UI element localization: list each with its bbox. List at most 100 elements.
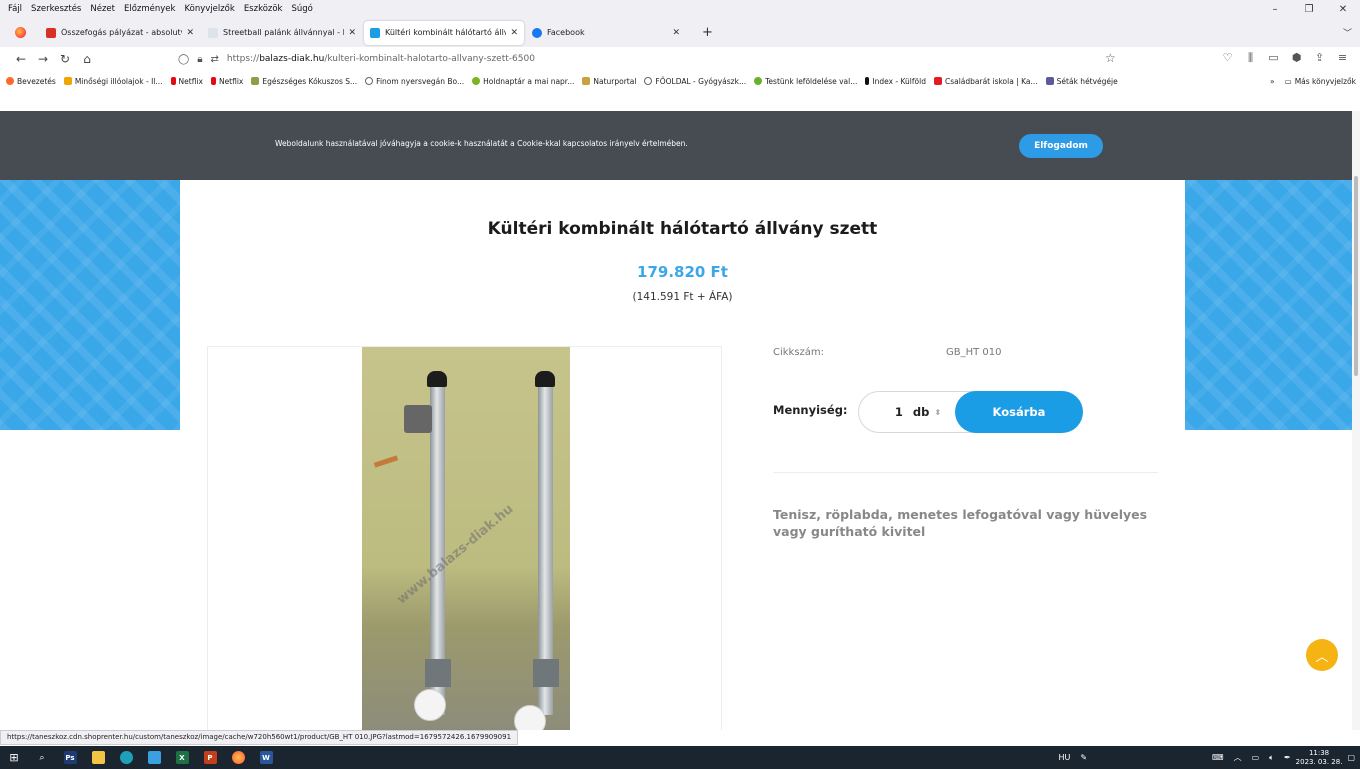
tab-gmail[interactable]: Összefogás pályázat - absolutvil ✕ xyxy=(40,21,200,45)
back-icon[interactable]: ← xyxy=(10,52,32,66)
bookmark-star-icon[interactable]: ☆ xyxy=(1105,51,1116,65)
restore-icon[interactable]: ❐ xyxy=(1292,4,1326,15)
home-icon[interactable]: ⌂ xyxy=(76,52,98,66)
tab-streetball[interactable]: Streetball palánk állvánnyal - Ko ✕ xyxy=(202,21,362,45)
clock[interactable]: 11:38 2023. 03. 28. xyxy=(1296,749,1343,767)
sku-value: GB_HT 010 xyxy=(946,347,1002,358)
clock-time: 11:38 xyxy=(1308,748,1330,757)
minimize-icon[interactable]: – xyxy=(1258,4,1292,15)
bookmark-item[interactable]: Holdnaptár a mai napr... xyxy=(472,77,574,86)
taskbar-explorer[interactable] xyxy=(84,746,112,769)
bookmark-item[interactable]: Finom nyersvegán Bo... xyxy=(365,77,464,86)
bookmark-icon xyxy=(63,77,72,85)
bookmark-item[interactable]: Családbarát iskola | Ka... xyxy=(933,77,1038,86)
tab-close-icon[interactable]: ✕ xyxy=(672,28,680,38)
page-icon xyxy=(208,27,218,38)
tab-label: Streetball palánk állvánnyal - Ko xyxy=(223,28,345,37)
bookmark-label: Finom nyersvegán Bo... xyxy=(376,76,465,86)
bookmark-item[interactable]: Minőségi illóolajok - Il... xyxy=(63,76,163,86)
chevron-right-icon[interactable]: » xyxy=(1270,77,1275,86)
taskbar-photoshop[interactable]: Ps xyxy=(56,746,84,769)
word-icon: W xyxy=(259,751,273,764)
menu-edit[interactable]: Szerkesztés xyxy=(31,4,81,14)
keyboard-icon[interactable]: ⌨ xyxy=(1212,753,1224,762)
pen-icon[interactable]: ✎ xyxy=(1080,753,1087,762)
shield-icon[interactable]: ◯ xyxy=(178,54,189,65)
forward-icon[interactable]: → xyxy=(32,52,54,66)
tab-facebook[interactable]: Facebook ✕ xyxy=(526,21,686,45)
pocket-icon[interactable]: ♡ xyxy=(1216,51,1239,65)
bookmark-item[interactable]: Netflix xyxy=(170,77,203,86)
pole-cap xyxy=(535,371,555,387)
watermark: www.balazs-diak.hu xyxy=(394,501,517,608)
gmail-icon xyxy=(46,27,56,38)
share-icon[interactable]: ⇪ xyxy=(1308,51,1331,65)
taskbar-firefox[interactable] xyxy=(224,746,252,769)
taskbar-edge[interactable] xyxy=(112,746,140,769)
spinner-icon[interactable]: ⬍ xyxy=(934,408,941,417)
tab-close-icon[interactable]: ✕ xyxy=(348,28,356,38)
extension-icon[interactable]: ⬢ xyxy=(1285,51,1308,65)
tab-product[interactable]: Kültéri kombinált hálótartó állva ✕ xyxy=(364,20,524,45)
netflix-icon xyxy=(210,77,216,85)
search-icon: ⌕ xyxy=(39,752,45,763)
status-url: https://taneszkoz.cdn.shoprenter.hu/cust… xyxy=(0,730,519,745)
pen-tray-icon[interactable]: ✒ xyxy=(1284,753,1291,762)
volume-icon[interactable]: 🔈︎ xyxy=(1269,753,1274,763)
product-image-frame[interactable]: www.balazs-diak.hu xyxy=(207,346,722,730)
taskbar-powerpoint[interactable]: P xyxy=(196,746,224,769)
taskbar-word[interactable]: W xyxy=(252,746,280,769)
chevron-up-icon[interactable]: ︿ xyxy=(1234,752,1242,763)
lock-icon[interactable]: 🔒︎ xyxy=(197,54,202,65)
tab-close-icon[interactable]: ✕ xyxy=(186,28,194,38)
page-scrollbar[interactable] xyxy=(1352,111,1360,730)
start-button[interactable]: ⊞ xyxy=(0,746,28,769)
reload-icon[interactable]: ↻ xyxy=(54,52,76,66)
battery-icon[interactable]: ▭ xyxy=(1252,753,1260,762)
quantity-value[interactable]: 1 xyxy=(895,405,903,419)
pole-cap xyxy=(427,371,447,387)
bookmark-label: Bevezetés xyxy=(17,76,56,86)
menu-file[interactable]: Fájl xyxy=(8,4,22,14)
firefox-view-button[interactable] xyxy=(0,18,40,47)
menu-history[interactable]: Előzmények xyxy=(124,4,175,14)
library-icon[interactable]: ⫼ xyxy=(1239,51,1262,65)
menu-tools[interactable]: Eszközök xyxy=(244,4,283,14)
sidebar-icon[interactable]: ▭ xyxy=(1262,51,1285,65)
hamburger-menu-icon[interactable]: ≡ xyxy=(1331,51,1354,65)
bookmark-label: Egészséges Kókuszos S... xyxy=(262,76,358,86)
shop-icon xyxy=(370,27,380,38)
menu-bookmarks[interactable]: Könyvjelzők xyxy=(184,4,234,14)
bookmark-item[interactable]: Egészséges Kókuszos S... xyxy=(251,77,357,86)
new-tab-icon[interactable]: + xyxy=(702,25,713,40)
tab-close-icon[interactable]: ✕ xyxy=(510,28,518,38)
permissions-icon[interactable]: ⇄ xyxy=(211,54,219,65)
cookie-text: Weboldalunk használatával jóváhagyja a c… xyxy=(275,139,688,148)
bookmark-item[interactable]: Netflix xyxy=(210,77,243,86)
bookmark-label: Minőségi illóolajok - Il... xyxy=(74,76,163,86)
bookmark-item[interactable]: FŐOLDAL - Gyógyászk... xyxy=(644,77,746,86)
chevron-down-icon[interactable]: ﹀ xyxy=(1343,26,1352,39)
taskbar-app[interactable] xyxy=(140,746,168,769)
menu-help[interactable]: Súgó xyxy=(291,4,312,14)
product-photo[interactable]: www.balazs-diak.hu xyxy=(362,347,570,730)
other-bookmarks[interactable]: » ▭ Más könyvjelzők xyxy=(1270,71,1356,91)
address-bar[interactable]: ◯ 🔒︎ ⇄ https://balazs-diak.hu/kulteri-ko… xyxy=(178,49,1103,69)
background-pattern-right xyxy=(1185,180,1352,430)
bookmark-item[interactable]: Naturportal xyxy=(582,77,636,86)
menu-view[interactable]: Nézet xyxy=(90,4,115,14)
bookmark-item[interactable]: Index - Külföld xyxy=(865,77,926,86)
bookmark-item[interactable]: Séták hétvégéje xyxy=(1045,77,1118,86)
accept-cookies-button[interactable]: Elfogadom xyxy=(1019,134,1103,158)
add-to-cart-button[interactable]: Kosárba xyxy=(955,391,1083,433)
search-button[interactable]: ⌕ xyxy=(28,746,56,769)
scroll-to-top-button[interactable]: ︿ xyxy=(1306,639,1338,671)
scrollbar-thumb[interactable] xyxy=(1354,176,1358,376)
notifications-icon[interactable]: ▢ xyxy=(1347,753,1355,762)
close-window-icon[interactable]: ✕ xyxy=(1326,4,1360,15)
url-host: balazs-diak.hu xyxy=(259,54,325,64)
bookmark-item[interactable]: Bevezetés xyxy=(6,77,56,86)
language-indicator[interactable]: HU xyxy=(1058,753,1070,762)
taskbar-excel[interactable]: X xyxy=(168,746,196,769)
bookmark-item[interactable]: Testünk leföldelése val... xyxy=(754,77,857,86)
